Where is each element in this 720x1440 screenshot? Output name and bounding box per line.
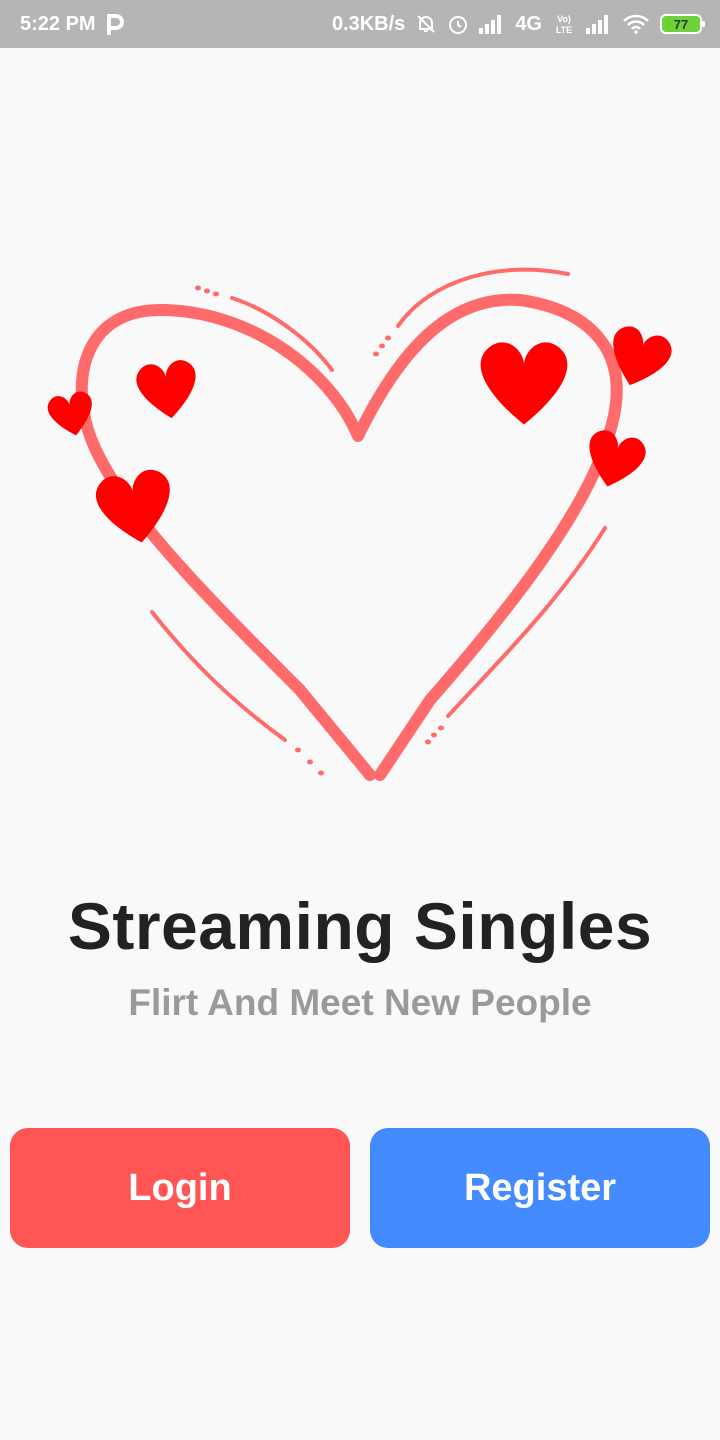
small-heart-icon-4: [480, 342, 568, 425]
network-type: 4G: [515, 12, 542, 35]
status-bar: 5:22 PM 0.3KB/s 4G Vo) LTE 77: [0, 0, 720, 48]
volte-icon: Vo) LTE: [552, 13, 576, 35]
mute-bell-icon: [415, 13, 437, 35]
battery-level: 77: [673, 16, 689, 32]
wifi-icon: [622, 14, 650, 34]
login-button-label: Login: [128, 1166, 232, 1209]
small-heart-icon-2: [136, 360, 196, 419]
status-bar-right: 0.3KB/s 4G Vo) LTE 77: [331, 12, 705, 36]
heart-illustration: [47, 267, 672, 781]
battery-icon: 77: [660, 14, 705, 34]
app-title: Streaming Singles: [67, 889, 653, 963]
status-bar-left: 5:22 PM: [20, 13, 124, 36]
accent-stroke-bottom-right: [446, 526, 607, 718]
carrier-icon: [106, 13, 124, 35]
signal-icon-2: [586, 14, 612, 34]
net-speed: 0.3KB/s: [331, 12, 406, 35]
small-heart-icon-3: [95, 469, 170, 543]
svg-text:LTE: LTE: [556, 25, 572, 35]
signal-icon: [479, 14, 505, 34]
login-button[interactable]: Login: [10, 1128, 350, 1248]
app-subtitle: Flirt And Meet New People: [128, 982, 592, 1023]
accent-stroke-bottom-left: [150, 610, 287, 742]
svg-text:Vo): Vo): [557, 14, 571, 24]
register-button[interactable]: Register: [370, 1128, 710, 1248]
alarm-icon: [447, 13, 469, 35]
status-time: 5:22 PM: [20, 12, 96, 35]
register-button-label: Register: [463, 1166, 617, 1209]
